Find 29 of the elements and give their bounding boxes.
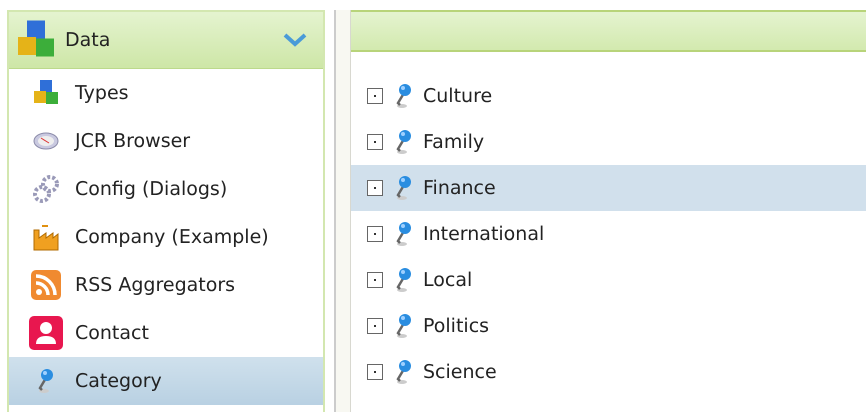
sidebar-item[interactable]: Types: [9, 69, 323, 117]
tree-row[interactable]: Science: [351, 349, 866, 395]
node-toggle-icon[interactable]: [367, 272, 383, 288]
tree-row[interactable]: Family: [351, 119, 866, 165]
accordion-header[interactable]: Data: [9, 12, 323, 69]
node-toggle-icon[interactable]: [367, 88, 383, 104]
tree-row[interactable]: Finance: [351, 165, 866, 211]
sidebar-item[interactable]: Config (Dialogs): [9, 165, 323, 213]
sidebar-item[interactable]: Contact: [9, 309, 323, 357]
tree-row[interactable]: Culture: [351, 73, 866, 119]
sidebar-item[interactable]: Company (Example): [9, 213, 323, 261]
cubes-icon: [32, 79, 60, 107]
sidebar-item[interactable]: RSS Aggregators: [9, 261, 323, 309]
factory-icon: [32, 222, 60, 252]
tree-row[interactable]: Politics: [351, 303, 866, 349]
node-toggle-icon[interactable]: [367, 364, 383, 380]
compass-icon: [32, 130, 60, 152]
sidebar-item[interactable]: JCR Browser: [9, 117, 323, 165]
rss-icon: [30, 269, 62, 301]
section-title: Data: [65, 29, 112, 51]
tree-row[interactable]: Local: [351, 257, 866, 303]
node-toggle-icon[interactable]: [367, 226, 383, 242]
sidebar-item[interactable]: Category: [9, 357, 323, 405]
node-toggle-icon[interactable]: [367, 318, 383, 334]
node-toggle-icon[interactable]: [367, 134, 383, 150]
tree-row[interactable]: International: [351, 211, 866, 257]
contact-icon: [28, 315, 64, 351]
gears-icon: [32, 175, 60, 203]
node-toggle-icon[interactable]: [367, 180, 383, 196]
